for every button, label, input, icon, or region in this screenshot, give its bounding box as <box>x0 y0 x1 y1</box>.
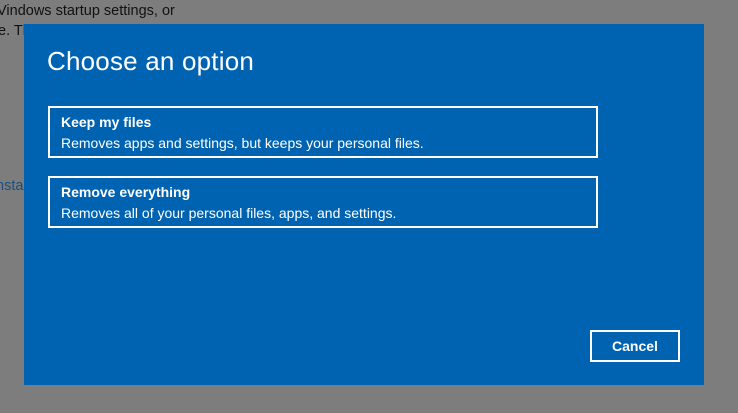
screen: Vindows startup settings, or e. Th nsta … <box>0 0 738 413</box>
background-link: nsta <box>0 178 24 194</box>
cancel-button[interactable]: Cancel <box>590 330 680 362</box>
remove-everything-option[interactable]: Remove everything Removes all of your pe… <box>48 176 598 228</box>
option-title: Keep my files <box>61 114 152 130</box>
reset-options-dialog: Choose an option Keep my files Removes a… <box>24 24 704 385</box>
keep-my-files-option[interactable]: Keep my files Removes apps and settings,… <box>48 106 598 158</box>
option-description: Removes apps and settings, but keeps you… <box>61 135 424 151</box>
dialog-title: Choose an option <box>47 46 255 76</box>
option-title: Remove everything <box>61 184 191 200</box>
option-description: Removes all of your personal files, apps… <box>61 205 397 221</box>
background-settings-text: Vindows startup settings, or <box>0 3 175 19</box>
